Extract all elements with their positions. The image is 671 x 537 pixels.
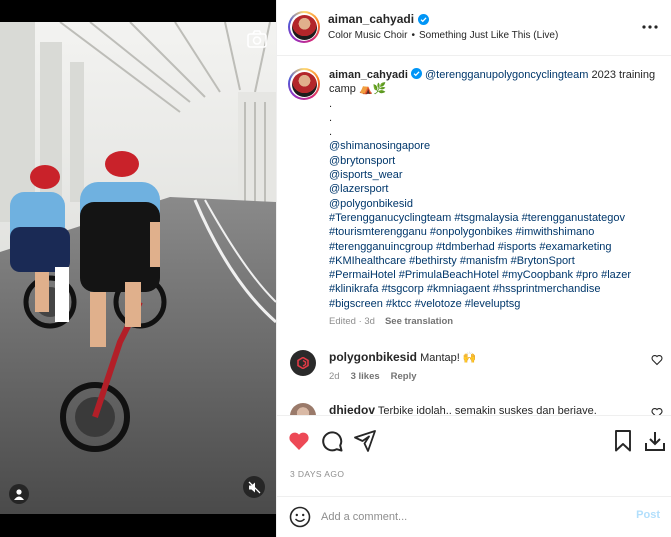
caption-edited-time: Edited · 3d <box>329 316 375 328</box>
user-tag-icon[interactable] <box>9 484 29 504</box>
share-icon[interactable] <box>353 429 377 453</box>
post-timestamp[interactable]: 3 DAYS AGO <box>290 469 344 479</box>
caption-mention[interactable]: @terengganupolygoncyclingteam <box>425 69 588 81</box>
commenter-username[interactable]: dhiedov <box>329 403 375 415</box>
comment-time: 2d <box>329 371 340 382</box>
verified-badge-icon <box>410 68 422 79</box>
comments-list[interactable]: aiman_cahyadi @terengganupolygoncyclingt… <box>277 57 671 415</box>
hashtag-line[interactable]: #KMIhealthcare #bethirsty #manisfm #Bryt… <box>329 254 659 268</box>
mention-link[interactable]: @isports_wear <box>329 168 659 182</box>
commenter-avatar[interactable] <box>290 403 316 415</box>
download-icon[interactable] <box>643 429 667 453</box>
comment-text: Mantap! 🙌 <box>420 352 477 364</box>
post-media <box>0 0 276 537</box>
commenter-username[interactable]: polygonbikesid <box>329 350 417 364</box>
caption-dots: . . . <box>329 97 333 139</box>
audio-attribution[interactable]: Color Music Choir • Something Just Like … <box>328 30 558 41</box>
comment-text: Terbike idolah.. semakin suskes dan beri… <box>377 405 597 415</box>
mute-icon[interactable] <box>243 476 265 498</box>
mention-link[interactable]: @polygonbikesid <box>329 197 659 211</box>
emoji-icon[interactable] <box>289 506 311 528</box>
commenter-avatar[interactable] <box>290 350 316 376</box>
hashtag-line[interactable]: #PermaiHotel #PrimulaBeachHotel #myCoopb… <box>329 268 659 282</box>
camera-icon[interactable] <box>246 28 268 50</box>
author-avatar[interactable] <box>288 11 320 43</box>
reply-button[interactable]: Reply <box>391 370 417 384</box>
music-artist[interactable]: Color Music Choir <box>328 30 407 41</box>
mention-link[interactable]: @lazersport <box>329 182 659 196</box>
heart-icon[interactable] <box>287 429 311 453</box>
hashtag-line[interactable]: #terengganuincgroup #tdmberhad #isports … <box>329 240 659 254</box>
hashtag-line[interactable]: #klinikrafa #tsgcorp #kmniagaent #hsspri… <box>329 282 659 296</box>
hashtag-line[interactable]: #Terengganucyclingteam #tsgmalaysia #ter… <box>329 211 659 225</box>
music-separator: • <box>411 30 415 41</box>
caption-mentions: @shimanosingapore @brytonsport @isports_… <box>329 139 659 210</box>
caption-hashtags: #Terengganucyclingteam #tsgmalaysia #ter… <box>329 211 659 311</box>
caption-emojis: ⛺🌿 <box>358 83 387 96</box>
post-comment-button[interactable]: Post <box>636 509 660 521</box>
music-song[interactable]: Something Just Like This (Live) <box>419 30 558 41</box>
see-translation-button[interactable]: See translation <box>385 315 453 329</box>
caption-username[interactable]: aiman_cahyadi <box>329 69 408 81</box>
add-comment-bar: Post <box>277 496 671 537</box>
mention-link[interactable]: @shimanosingapore <box>329 139 659 153</box>
author-username[interactable]: aiman_cahyadi <box>328 12 414 26</box>
comment-like-icon[interactable] <box>651 407 663 415</box>
caption-avatar[interactable] <box>288 68 320 100</box>
instagram-post-modal: aiman_cahyadi Color Music Choir • Someth… <box>0 0 671 537</box>
comment-input[interactable] <box>321 507 621 527</box>
cycling-video-frame <box>0 22 276 514</box>
post-video[interactable] <box>0 22 276 514</box>
comment-likes[interactable]: 3 likes <box>351 370 380 384</box>
mention-link[interactable]: @brytonsport <box>329 154 659 168</box>
more-options-icon[interactable] <box>640 17 660 37</box>
comment-like-icon[interactable] <box>651 354 663 366</box>
verified-badge-icon <box>418 13 430 25</box>
comment-icon[interactable] <box>320 429 344 453</box>
post-header: aiman_cahyadi Color Music Choir • Someth… <box>277 0 671 56</box>
post-details-panel: aiman_cahyadi Color Music Choir • Someth… <box>276 0 671 537</box>
hashtag-line[interactable]: #bigscreen #ktcc #velotoze #leveluptsg <box>329 297 659 311</box>
bookmark-icon[interactable] <box>611 429 635 453</box>
hashtag-line[interactable]: #tourismterengganu #onpolygonbikes #imwi… <box>329 225 659 239</box>
